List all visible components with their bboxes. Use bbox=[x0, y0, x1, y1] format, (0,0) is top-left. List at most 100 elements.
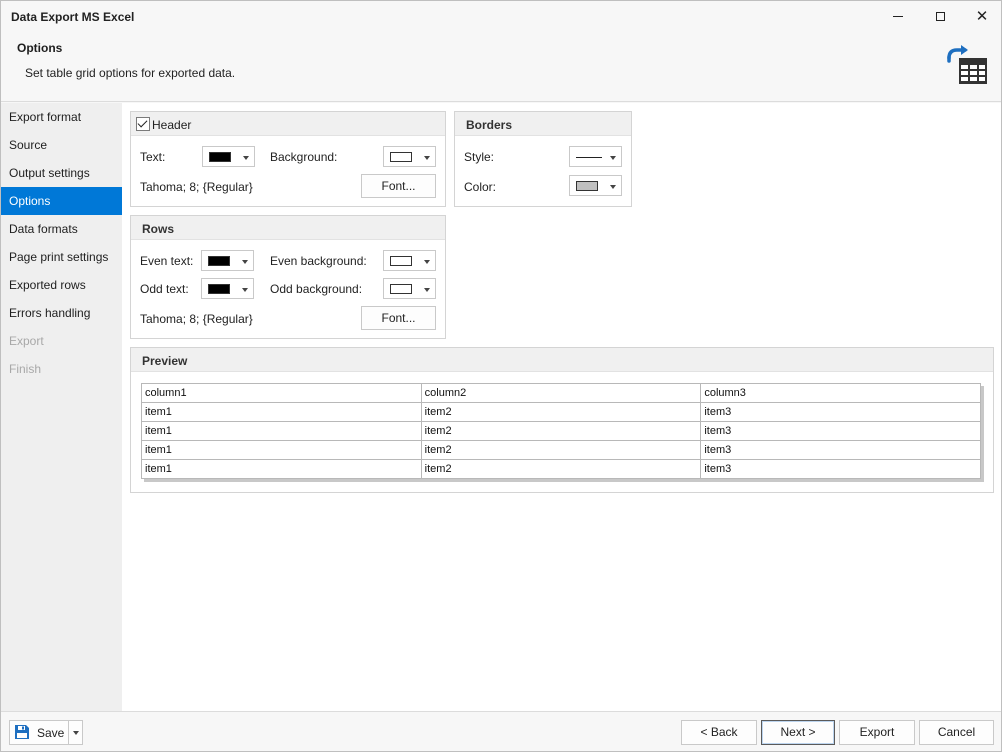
header-checkbox[interactable] bbox=[136, 117, 150, 131]
grid-cell: item3 bbox=[700, 460, 982, 478]
grid-cell: item2 bbox=[420, 422, 701, 440]
even-text-swatch bbox=[208, 256, 230, 266]
maximize-icon bbox=[935, 12, 945, 21]
even-background-label: Even background: bbox=[270, 254, 367, 268]
wizard-sidebar: Export format Source Output settings Opt… bbox=[1, 103, 122, 711]
export-button[interactable]: Export bbox=[839, 720, 915, 745]
sidebar-item-page-print-settings[interactable]: Page print settings bbox=[1, 243, 122, 271]
odd-text-swatch bbox=[208, 284, 230, 294]
header-background-color-picker[interactable] bbox=[383, 146, 436, 167]
chevron-down-icon bbox=[242, 260, 248, 264]
save-button[interactable]: Save bbox=[10, 721, 68, 744]
preview-grid: column1 column2 column3 item1 item2 item… bbox=[141, 383, 982, 479]
header-group-head: Header bbox=[131, 112, 445, 136]
even-text-color-picker[interactable] bbox=[201, 250, 254, 271]
rows-font-button[interactable]: Font... bbox=[361, 306, 436, 330]
chevron-down-icon bbox=[242, 288, 248, 292]
sidebar-item-source[interactable]: Source bbox=[1, 131, 122, 159]
save-dropdown-button[interactable] bbox=[68, 721, 82, 744]
export-table-icon bbox=[947, 45, 987, 84]
grid-cell: item2 bbox=[420, 441, 701, 459]
minimize-icon bbox=[893, 16, 903, 17]
header-background-swatch bbox=[390, 152, 412, 162]
rows-options-group: Rows Even text: Even background: Odd tex… bbox=[130, 215, 446, 339]
grid-header-row: column1 column2 column3 bbox=[141, 384, 982, 403]
sidebar-item-export: Export bbox=[9, 334, 44, 348]
border-style-picker[interactable] bbox=[569, 146, 622, 167]
odd-background-swatch bbox=[390, 284, 412, 294]
sidebar-item-errors-handling[interactable]: Errors handling bbox=[1, 299, 122, 327]
sidebar-item-data-formats[interactable]: Data formats bbox=[1, 215, 122, 243]
borders-group-head: Borders bbox=[455, 112, 631, 136]
close-icon: ✕ bbox=[975, 8, 989, 25]
wizard-footer: Save < Back Next > Export Cancel bbox=[1, 711, 1001, 751]
border-color-label: Color: bbox=[464, 180, 497, 194]
cancel-button[interactable]: Cancel bbox=[919, 720, 994, 745]
export-wizard-window: Data Export MS Excel ✕ Options Set table… bbox=[0, 0, 1002, 752]
grid-cell: item1 bbox=[141, 441, 421, 459]
borders-group-title: Borders bbox=[466, 118, 513, 132]
minimize-button[interactable] bbox=[877, 1, 919, 32]
close-button[interactable]: ✕ bbox=[961, 1, 1001, 32]
save-label: Save bbox=[37, 726, 65, 740]
header-options-group: Header Text: Background: Tahoma; 8; {Reg… bbox=[130, 111, 446, 207]
save-split-button: Save bbox=[9, 720, 83, 745]
grid-cell: item3 bbox=[700, 422, 982, 440]
line-style-icon bbox=[576, 157, 602, 158]
grid-row: item1 item2 item3 bbox=[141, 403, 982, 422]
page-title: Options bbox=[17, 41, 63, 55]
sidebar-item-finish: Finish bbox=[9, 362, 42, 376]
even-background-color-picker[interactable] bbox=[383, 250, 436, 271]
grid-column-header: column3 bbox=[700, 384, 982, 402]
rows-group-head: Rows bbox=[131, 216, 445, 240]
floppy-disk-icon bbox=[15, 725, 29, 739]
header-font-button[interactable]: Font... bbox=[361, 174, 436, 198]
border-color-swatch bbox=[576, 181, 598, 191]
chevron-down-icon bbox=[610, 156, 616, 160]
sidebar-item-output-settings[interactable]: Output settings bbox=[1, 159, 122, 187]
header-background-label: Background: bbox=[270, 150, 338, 164]
border-color-picker[interactable] bbox=[569, 175, 622, 196]
preview-group: Preview column1 column2 column3 item1 it… bbox=[130, 347, 994, 493]
grid-column-header: column1 bbox=[141, 384, 421, 402]
grid-cell: item2 bbox=[420, 460, 701, 478]
odd-background-color-picker[interactable] bbox=[383, 278, 436, 299]
maximize-button[interactable] bbox=[919, 1, 961, 32]
odd-background-label: Odd background: bbox=[270, 282, 363, 296]
preview-group-title: Preview bbox=[142, 354, 188, 368]
wizard-header: Options Set table grid options for expor… bbox=[1, 32, 1001, 102]
chevron-down-icon bbox=[424, 260, 430, 264]
page-description: Set table grid options for exported data… bbox=[25, 66, 236, 80]
rows-font-description: Tahoma; 8; {Regular} bbox=[140, 312, 253, 326]
grid-cell: item3 bbox=[700, 441, 982, 459]
borders-options-group: Borders Style: Color: bbox=[454, 111, 632, 207]
preview-group-head: Preview bbox=[131, 348, 993, 372]
sidebar-item-options[interactable]: Options bbox=[1, 187, 122, 215]
chevron-down-icon bbox=[424, 288, 430, 292]
grid-row: item1 item2 item3 bbox=[141, 460, 982, 479]
header-text-swatch bbox=[209, 152, 231, 162]
header-font-description: Tahoma; 8; {Regular} bbox=[140, 180, 253, 194]
odd-text-label: Odd text: bbox=[140, 282, 189, 296]
grid-cell: item1 bbox=[141, 422, 421, 440]
border-style-label: Style: bbox=[464, 150, 495, 164]
even-text-label: Even text: bbox=[140, 254, 194, 268]
odd-text-color-picker[interactable] bbox=[201, 278, 254, 299]
sidebar-item-exported-rows[interactable]: Exported rows bbox=[1, 271, 122, 299]
sidebar-item-export-format[interactable]: Export format bbox=[1, 103, 122, 131]
grid-cell: item1 bbox=[141, 460, 421, 478]
next-button[interactable]: Next > bbox=[761, 720, 835, 745]
header-checkbox-label: Header bbox=[152, 118, 192, 132]
grid-column-header: column2 bbox=[420, 384, 701, 402]
even-background-swatch bbox=[390, 256, 412, 266]
window-title: Data Export MS Excel bbox=[11, 10, 135, 24]
grid-row: item1 item2 item3 bbox=[141, 422, 982, 441]
chevron-down-icon bbox=[73, 731, 79, 735]
grid-cell: item3 bbox=[700, 403, 982, 421]
options-content: Header Text: Background: Tahoma; 8; {Reg… bbox=[122, 103, 1001, 711]
grid-cell: item2 bbox=[420, 403, 701, 421]
back-button[interactable]: < Back bbox=[681, 720, 757, 745]
header-text-color-picker[interactable] bbox=[202, 146, 255, 167]
title-bar: Data Export MS Excel ✕ bbox=[1, 1, 1001, 32]
rows-group-title: Rows bbox=[142, 222, 175, 236]
